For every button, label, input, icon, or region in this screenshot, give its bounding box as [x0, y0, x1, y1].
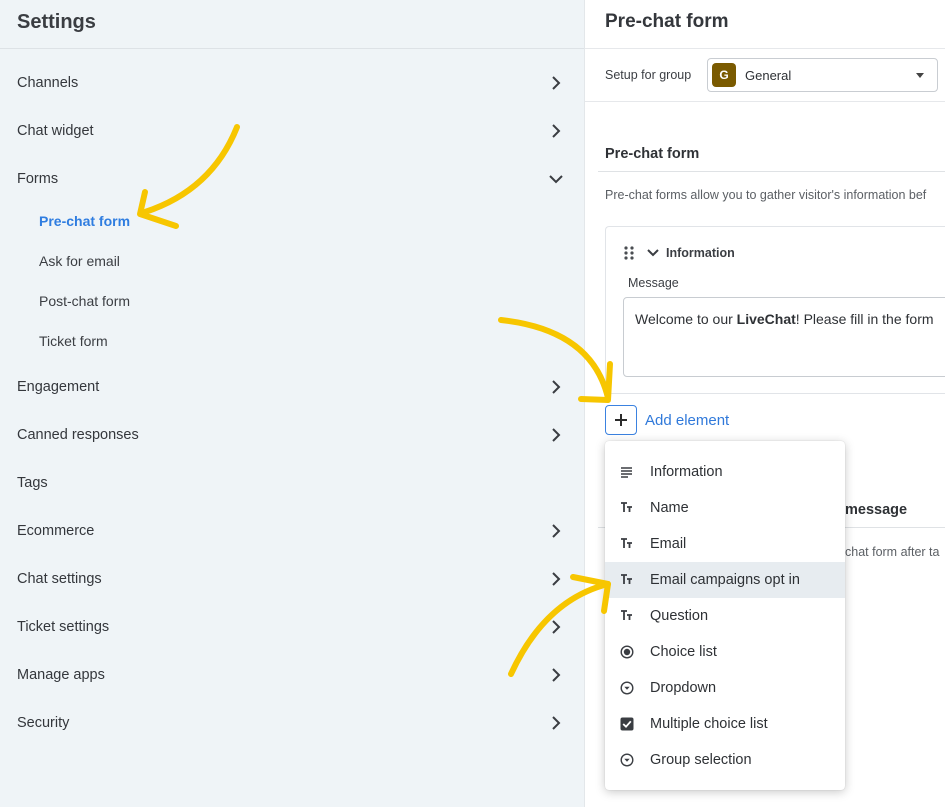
drag-handle-icon[interactable] [624, 246, 634, 260]
menu-item-label: Choice list [650, 644, 717, 660]
menu-item-information[interactable]: Information [605, 454, 845, 490]
chevron-right-icon [552, 124, 561, 138]
sidebar-item-manage-apps[interactable]: Manage apps [0, 655, 584, 695]
sidebar-item-label: Security [17, 715, 70, 731]
message-label: Message [628, 276, 679, 290]
plus-icon [615, 414, 627, 426]
sidebar-item-label: Manage apps [17, 667, 105, 683]
message-text: Welcome to our LiveChat! Please fill in … [635, 311, 934, 327]
menu-item-label: Information [650, 464, 723, 480]
caret-down-icon [916, 73, 924, 78]
menu-item-dropdown[interactable]: Dropdown [605, 670, 845, 706]
add-element-menu: Information Name Email Email campaigns o… [605, 441, 845, 790]
main-header: Pre-chat form [585, 0, 945, 49]
add-element-button[interactable] [605, 405, 637, 435]
partially-hidden-section-description: chat form after ta [845, 545, 940, 559]
chevron-down-icon[interactable] [646, 247, 660, 259]
menu-item-group-selection[interactable]: Group selection [605, 742, 845, 778]
group-label: Setup for group [605, 68, 692, 82]
menu-item-question[interactable]: Question [605, 598, 845, 634]
page-title: Pre-chat form [605, 11, 729, 32]
chevron-right-icon [552, 716, 561, 730]
card-title: Information [666, 246, 735, 260]
text-type-icon [621, 538, 632, 548]
section-divider [598, 171, 945, 172]
checkbox-icon [620, 717, 634, 731]
text-type-icon [621, 574, 632, 584]
sidebar-item-ticket-settings[interactable]: Ticket settings [0, 607, 584, 647]
menu-item-label: Group selection [650, 752, 752, 768]
menu-item-name[interactable]: Name [605, 490, 845, 526]
sidebar-subitem-ticket-form[interactable]: Ticket form [39, 333, 108, 349]
group-setup-row: Setup for group G General [585, 49, 945, 102]
sidebar-subitem-ask-for-email[interactable]: Ask for email [39, 253, 120, 269]
group-select-value: General [745, 68, 792, 83]
group-avatar: G [712, 63, 736, 87]
dropdown-circle-icon [620, 681, 634, 695]
chevron-right-icon [552, 668, 561, 682]
sidebar-item-label: Tags [17, 475, 48, 491]
chevron-right-icon [552, 428, 561, 442]
sidebar-item-label: Engagement [17, 379, 100, 395]
text-type-icon [621, 502, 632, 512]
sidebar-item-label: Canned responses [17, 427, 139, 443]
sidebar-item-ecommerce[interactable]: Ecommerce [0, 511, 584, 551]
information-element-card: Information Message Welcome to our LiveC… [605, 226, 945, 394]
chevron-right-icon [552, 380, 561, 394]
sidebar-item-label: Chat settings [17, 571, 102, 587]
menu-item-multiple-choice-list[interactable]: Multiple choice list [605, 706, 845, 742]
sidebar-item-tags[interactable]: Tags [0, 463, 584, 503]
sidebar-item-label: Channels [17, 75, 79, 91]
sidebar-item-label: Chat widget [17, 123, 94, 139]
radio-icon [620, 645, 634, 659]
menu-item-label: Dropdown [650, 680, 717, 696]
message-textarea[interactable]: Welcome to our LiveChat! Please fill in … [623, 297, 945, 377]
sidebar-item-channels[interactable]: Channels [0, 63, 584, 103]
sidebar-item-forms[interactable]: Forms [0, 159, 584, 199]
menu-item-label: Email campaigns opt in [650, 572, 800, 588]
menu-item-label: Multiple choice list [650, 716, 768, 732]
menu-item-email[interactable]: Email [605, 526, 845, 562]
menu-item-label: Question [650, 608, 709, 624]
section-description: Pre-chat forms allow you to gather visit… [605, 188, 927, 202]
chevron-right-icon [552, 620, 561, 634]
sidebar-item-security[interactable]: Security [0, 703, 584, 743]
menu-item-choice-list[interactable]: Choice list [605, 634, 845, 670]
sidebar-item-chat-widget[interactable]: Chat widget [0, 111, 584, 151]
menu-item-email-campaigns-opt-in[interactable]: Email campaigns opt in [605, 562, 845, 598]
settings-sidebar: Settings Channels Chat widget Forms Pre-… [0, 0, 585, 807]
dropdown-circle-icon [620, 753, 634, 767]
chevron-down-icon [549, 175, 563, 184]
chevron-right-icon [552, 76, 561, 90]
sidebar-subitem-pre-chat-form[interactable]: Pre-chat form [39, 213, 130, 229]
sidebar-title: Settings [17, 11, 96, 33]
sidebar-header: Settings [0, 0, 584, 49]
text-lines-icon [621, 467, 632, 478]
text-type-icon [621, 610, 632, 620]
partially-hidden-section-title: message [845, 502, 908, 518]
menu-item-label: Name [650, 500, 689, 516]
sidebar-item-label: Ecommerce [17, 523, 95, 539]
sidebar-item-label: Forms [17, 171, 59, 187]
chevron-right-icon [552, 572, 561, 586]
chevron-right-icon [552, 524, 561, 538]
sidebar-item-label: Ticket settings [17, 619, 110, 635]
menu-item-label: Email [650, 536, 687, 552]
add-element-link[interactable]: Add element [645, 412, 729, 429]
section-title: Pre-chat form [605, 146, 700, 162]
sidebar-subitem-post-chat-form[interactable]: Post-chat form [39, 293, 130, 309]
sidebar-item-engagement[interactable]: Engagement [0, 367, 584, 407]
sidebar-item-chat-settings[interactable]: Chat settings [0, 559, 584, 599]
sidebar-item-canned-responses[interactable]: Canned responses [0, 415, 584, 455]
group-select[interactable]: G General [707, 58, 938, 92]
